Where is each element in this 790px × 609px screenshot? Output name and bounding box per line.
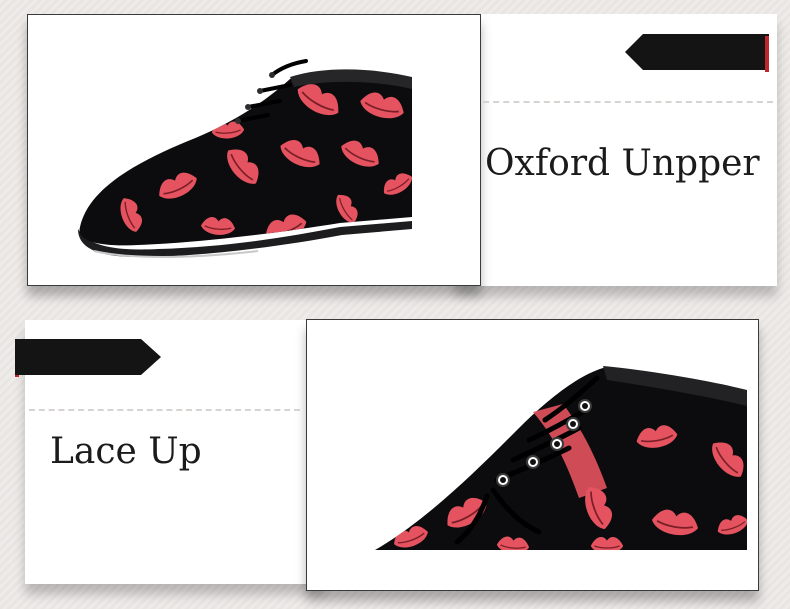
feature-caption-lace-up: Lace Up xyxy=(50,431,202,472)
feature-caption-oxford-upper: Oxford Unpper xyxy=(485,143,760,184)
shoe-photo-lace-up xyxy=(306,319,759,591)
shoe-photo-oxford-upper xyxy=(27,14,481,286)
divider-lace xyxy=(29,409,300,411)
divider-oxford xyxy=(483,101,773,103)
shoe-side-illustration xyxy=(28,15,480,285)
label-tag-lace xyxy=(15,339,161,379)
shoe-laces-illustration xyxy=(307,320,758,590)
label-tag-oxford xyxy=(625,34,769,74)
